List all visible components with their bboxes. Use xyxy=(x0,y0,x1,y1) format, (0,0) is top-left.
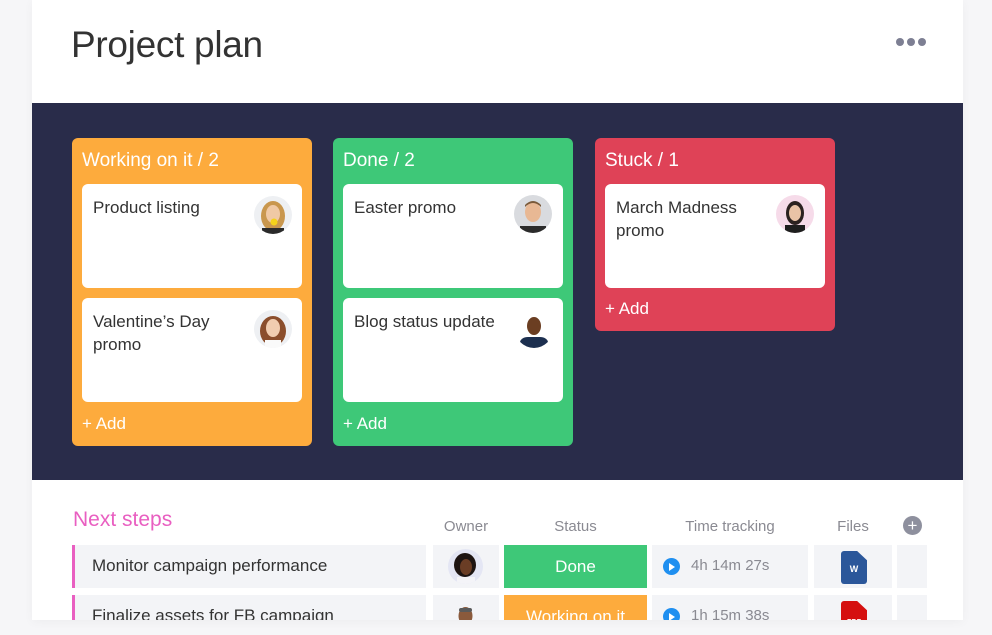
kanban-card[interactable]: Valentine’s Day promo xyxy=(82,298,302,402)
status-badge[interactable]: Done xyxy=(504,545,647,588)
avatar xyxy=(515,310,553,348)
project-board-panel: Project plan Working on it / 2 Product l… xyxy=(32,0,963,620)
kanban-card[interactable]: Blog status update xyxy=(343,298,563,402)
time-value: 1h 15m 38s xyxy=(691,607,770,620)
card-title: March Madness promo xyxy=(616,198,737,240)
more-options-button[interactable] xyxy=(896,38,926,48)
board-header: Project plan xyxy=(32,0,963,103)
avatar xyxy=(514,195,552,233)
more-horizontal-icon xyxy=(918,38,926,46)
kanban-column-stuck: Stuck / 1 March Madness promo + Add xyxy=(595,138,835,331)
avatar xyxy=(448,599,483,620)
column-header-files: Files xyxy=(837,518,869,535)
avatar xyxy=(776,195,814,233)
empty-cell xyxy=(897,545,927,588)
owner-cell[interactable] xyxy=(433,595,499,620)
column-header-owner: Owner xyxy=(443,518,489,535)
item-name-cell[interactable]: Finalize assets for FB campaign xyxy=(72,595,426,620)
status-badge[interactable]: Working on it xyxy=(504,595,647,620)
word-file-icon[interactable]: W xyxy=(841,551,867,584)
card-title: Blog status update xyxy=(354,312,495,331)
avatar xyxy=(254,310,292,348)
kanban-card[interactable]: Easter promo xyxy=(343,184,563,288)
item-name-cell[interactable]: Monitor campaign performance xyxy=(72,545,426,588)
next-steps-table: Next steps Owner Status Time tracking Fi… xyxy=(32,480,963,620)
add-item-button[interactable]: + Add xyxy=(343,414,387,434)
column-header-time-tracking: Time tracking xyxy=(685,518,775,535)
time-tracking-cell[interactable]: 1h 15m 38s xyxy=(652,595,808,620)
add-item-button[interactable]: + Add xyxy=(605,299,649,319)
column-header-status: Status xyxy=(554,518,597,535)
empty-cell xyxy=(897,595,927,620)
time-tracking-cell[interactable]: 4h 14m 27s xyxy=(652,545,808,588)
kanban-column-working-on-it: Working on it / 2 Product listing Valent… xyxy=(72,138,312,446)
owner-cell[interactable] xyxy=(433,545,499,588)
add-item-button[interactable]: + Add xyxy=(82,414,126,434)
pdf-file-icon[interactable]: PDF xyxy=(841,601,867,620)
files-cell[interactable]: PDF xyxy=(814,595,892,620)
kanban-card[interactable]: March Madness promo xyxy=(605,184,825,288)
play-icon[interactable] xyxy=(663,558,680,575)
card-title: Easter promo xyxy=(354,198,457,217)
more-horizontal-icon xyxy=(907,38,915,46)
avatar xyxy=(254,196,292,234)
time-value: 4h 14m 27s xyxy=(691,557,770,574)
avatar xyxy=(448,549,483,584)
card-title: Valentine’s Day promo xyxy=(93,312,210,354)
plus-circle-icon[interactable]: + xyxy=(903,516,922,535)
kanban-card[interactable]: Product listing xyxy=(82,184,302,288)
card-title: Product listing xyxy=(93,198,200,217)
column-title: Done / 2 xyxy=(343,150,415,171)
item-name: Finalize assets for FB campaign xyxy=(92,606,334,620)
files-cell[interactable]: W xyxy=(814,545,892,588)
page-title: Project plan xyxy=(71,24,263,65)
group-title: Next steps xyxy=(73,508,173,531)
more-horizontal-icon xyxy=(896,38,904,46)
kanban-board: Working on it / 2 Product listing Valent… xyxy=(32,103,963,480)
column-title: Working on it / 2 xyxy=(82,150,219,171)
column-title: Stuck / 1 xyxy=(605,150,679,171)
kanban-column-done: Done / 2 Easter promo Blog status update… xyxy=(333,138,573,446)
item-name: Monitor campaign performance xyxy=(92,556,328,575)
play-icon[interactable] xyxy=(663,608,680,620)
